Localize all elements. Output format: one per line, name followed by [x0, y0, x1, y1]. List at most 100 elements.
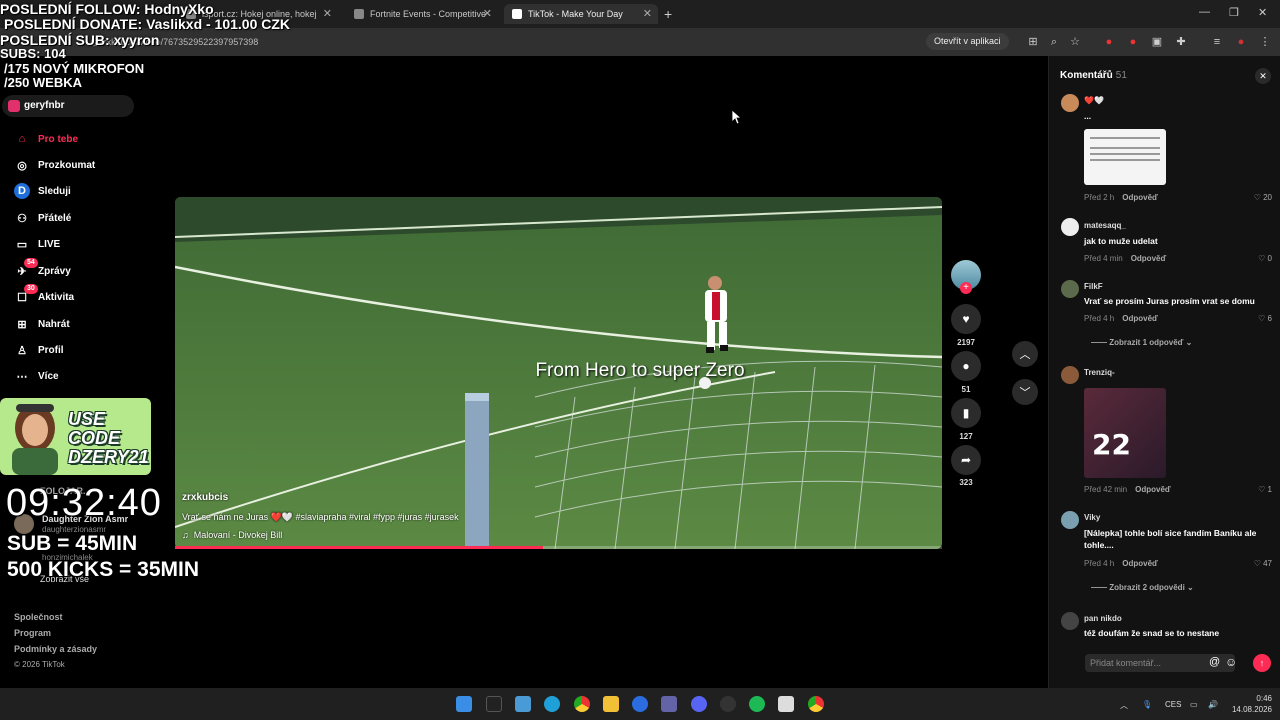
reply-link[interactable]: Odpověď — [1122, 314, 1158, 323]
nav-messages[interactable]: ✈ 54 Zprávy — [14, 258, 71, 281]
browser-tab-active[interactable]: TikTok - Make Your Day ✕ — [504, 4, 658, 24]
browser-tab[interactable]: Fortnite Events - Competitive T... ✕ — [346, 4, 498, 24]
extension-icon[interactable]: ● — [1126, 35, 1140, 49]
nav-label: LIVE — [38, 238, 61, 250]
network-icon[interactable]: ▭ — [1190, 700, 1198, 709]
comment-user[interactable]: FilkF — [1084, 282, 1103, 291]
file-explorer-icon[interactable] — [603, 696, 619, 712]
nav-explore[interactable]: ◎ Prozkoumat — [14, 155, 95, 175]
view-replies-link[interactable]: —— Zobrazit 1 odpověď ⌄ — [1091, 338, 1192, 347]
extension-icon[interactable]: ▣ — [1150, 35, 1164, 49]
epic-games-icon[interactable] — [486, 696, 502, 712]
zoom-icon[interactable]: ⌕ — [1047, 35, 1061, 49]
chrome-icon[interactable] — [574, 696, 590, 712]
save-count: 127 — [959, 432, 973, 441]
new-tab-button[interactable]: + — [664, 6, 672, 22]
tiktok-favicon-icon — [512, 9, 522, 19]
emoji-icon[interactable]: ☺ — [1225, 655, 1237, 669]
reply-link[interactable]: Odpověď — [1135, 485, 1171, 494]
close-window-icon[interactable]: ✕ — [1258, 6, 1267, 19]
maximize-icon[interactable]: ❐ — [1229, 6, 1239, 19]
comment-attached-image[interactable]: 22 — [1084, 388, 1166, 478]
video-progress-bar[interactable] — [175, 546, 942, 549]
save-button[interactable]: ▮ — [951, 398, 981, 428]
friends-icon: ⚇ — [17, 212, 27, 225]
app-icon[interactable] — [632, 696, 648, 712]
taskbar-clock[interactable]: 0:46 14.08.2026 — [1228, 693, 1272, 715]
spotify-icon[interactable] — [749, 696, 765, 712]
comment-text: též doufám že snad se to nestane — [1084, 628, 1220, 638]
copyright: © 2026 TikTok — [14, 660, 65, 669]
comment-user[interactable]: pan nikdo — [1084, 614, 1122, 623]
mention-icon[interactable]: @ — [1209, 656, 1220, 668]
edge-icon[interactable] — [544, 696, 560, 712]
translate-icon[interactable]: ⊞ — [1026, 35, 1040, 49]
app-icon[interactable] — [515, 696, 531, 712]
bookmark-star-icon[interactable]: ☆ — [1068, 35, 1082, 49]
comment-like[interactable]: ♡ 6 — [1258, 314, 1272, 323]
open-in-app-button[interactable]: Otevřít v aplikaci — [926, 33, 1009, 50]
start-windows-icon[interactable] — [456, 696, 472, 712]
teams-icon[interactable] — [661, 696, 677, 712]
avatar[interactable] — [1061, 94, 1079, 112]
close-tab-icon[interactable]: ✕ — [643, 7, 652, 20]
profile-avatar-icon[interactable]: ● — [1234, 35, 1248, 49]
avatar[interactable] — [1061, 511, 1079, 529]
comment-input-placeholder: Přidat komentář... — [1090, 658, 1162, 668]
tray-overflow-icon[interactable]: ︿ — [1120, 700, 1128, 711]
share-button[interactable]: ➦ — [951, 445, 981, 475]
comments-title: Komentářů 51 — [1060, 70, 1127, 81]
reply-link[interactable]: Odpověď — [1131, 254, 1167, 263]
comment-like[interactable]: ♡ 47 — [1254, 559, 1272, 568]
language-indicator[interactable]: CES — [1165, 700, 1181, 709]
next-video-button[interactable]: ﹀ — [1012, 379, 1038, 405]
microphone-icon[interactable]: 🎙 — [1142, 700, 1152, 709]
volume-icon[interactable]: 🔊 — [1208, 700, 1218, 709]
reading-list-icon[interactable]: ≡ — [1210, 35, 1224, 49]
app-icon[interactable] — [720, 696, 736, 712]
video-description: Vrať se nám ne Juras ❤️🤍 #slaviapraha #v… — [182, 512, 459, 522]
nav-for-you[interactable]: ⌂ Pro tebe — [14, 129, 78, 149]
follow-plus-icon[interactable]: + — [960, 282, 972, 294]
video-author[interactable]: zrxkubcis — [182, 492, 228, 503]
minimize-icon[interactable]: — — [1199, 6, 1210, 18]
footer-link[interactable]: Program — [14, 628, 51, 638]
nav-profile[interactable]: ♙ Profil — [14, 340, 64, 360]
like-button[interactable]: ♥ — [951, 304, 981, 334]
video-music[interactable]: ♫ Malovaní - Divokej Bill — [182, 530, 282, 540]
nav-following[interactable]: D Sleduji — [14, 181, 71, 201]
avatar[interactable] — [1061, 612, 1079, 630]
view-replies-link[interactable]: —— Zobrazit 2 odpovědi ⌄ — [1091, 583, 1194, 592]
close-comments-button[interactable]: ✕ — [1255, 68, 1271, 84]
comment-like[interactable]: ♡ 1 — [1258, 485, 1272, 494]
nav-activity[interactable]: ☐ 30 Aktivita — [14, 284, 74, 307]
chrome-active-icon[interactable] — [808, 696, 824, 712]
footer-link[interactable]: Společnost — [14, 612, 63, 622]
previous-video-button[interactable]: ︿ — [1012, 341, 1038, 367]
reply-link[interactable]: Odpověď — [1122, 559, 1158, 568]
comment-user[interactable]: ❤️🤍 — [1084, 96, 1104, 105]
comment-user[interactable]: matesaqq_ — [1084, 221, 1126, 230]
post-comment-button[interactable]: ↑ — [1253, 654, 1271, 672]
avatar[interactable] — [1061, 366, 1079, 384]
extension-icon[interactable]: ● — [1102, 35, 1116, 49]
browser-menu-icon[interactable]: ⋮ — [1258, 35, 1272, 49]
footer-link[interactable]: Podmínky a zásady — [14, 644, 97, 654]
nav-live[interactable]: ▭ LIVE — [14, 234, 60, 254]
comment-user[interactable]: Trenziq- — [1084, 368, 1115, 377]
notepad-icon[interactable] — [778, 696, 794, 712]
comment-user[interactable]: Viky — [1084, 513, 1100, 522]
comment-attached-image[interactable] — [1084, 129, 1166, 185]
close-tab-icon[interactable]: ✕ — [483, 7, 492, 20]
nav-upload[interactable]: ⊞ Nahrát — [14, 314, 69, 334]
comment-like[interactable]: ♡ 0 — [1258, 254, 1272, 263]
discord-icon[interactable] — [691, 696, 707, 712]
close-tab-icon[interactable]: ✕ — [323, 7, 332, 20]
avatar[interactable] — [1061, 280, 1079, 298]
avatar[interactable] — [1061, 218, 1079, 236]
reply-link[interactable]: Odpověď — [1122, 193, 1158, 202]
comment-like[interactable]: ♡ 20 — [1254, 193, 1272, 202]
comment-button[interactable]: ● — [951, 351, 981, 381]
nav-friends[interactable]: ⚇ Přátelé — [14, 208, 71, 228]
extensions-puzzle-icon[interactable]: ✚ — [1174, 35, 1188, 49]
